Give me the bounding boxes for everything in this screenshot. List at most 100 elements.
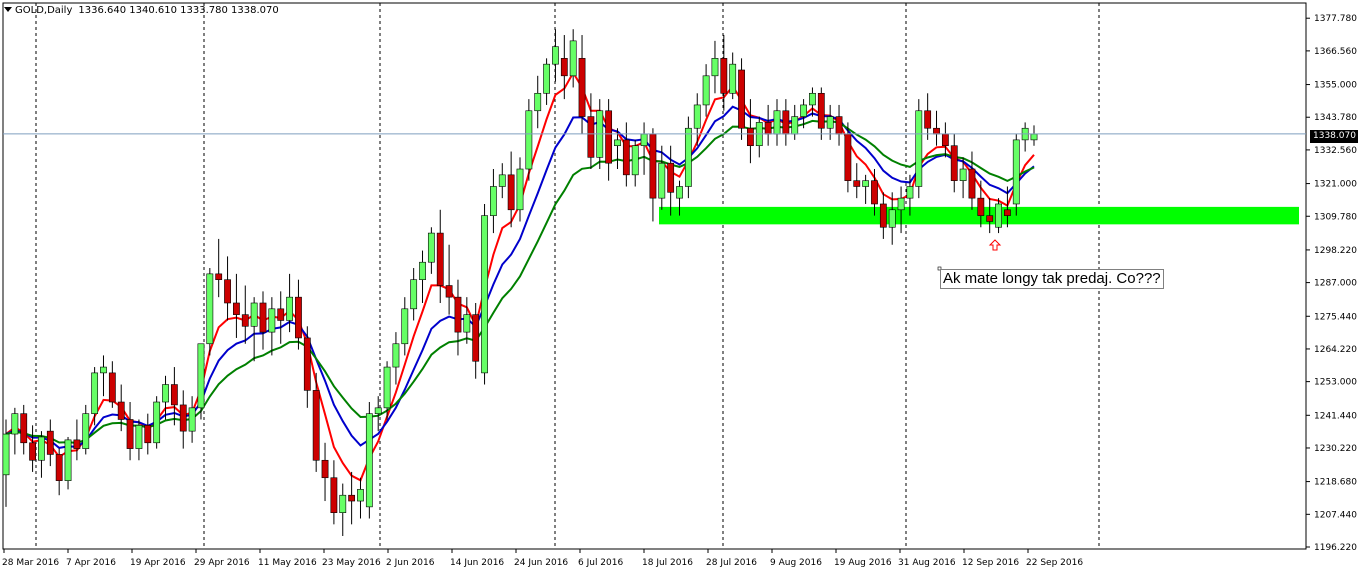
candle-body <box>853 180 861 187</box>
candle-body <box>259 302 267 333</box>
candle-body <box>835 116 843 135</box>
x-tick-label: 19 Apr 2016 <box>130 558 186 568</box>
y-tick-label: 1366.560 <box>1314 47 1357 57</box>
candle-body <box>534 92 542 112</box>
candle-body <box>817 92 825 129</box>
candle-body <box>427 232 435 263</box>
candle-body <box>20 413 28 444</box>
candle-body <box>720 58 728 94</box>
candle-body <box>126 419 134 449</box>
candle-body <box>38 436 45 461</box>
candle-body <box>879 203 887 228</box>
candle-body <box>197 343 205 409</box>
candle-body <box>959 168 967 181</box>
candle-body <box>46 430 54 455</box>
candle-body <box>144 425 152 444</box>
candle-body <box>374 407 382 414</box>
candle-body <box>490 186 497 216</box>
y-tick-label: 1253.000 <box>1314 378 1357 388</box>
candle-body <box>915 110 923 187</box>
candle-body <box>888 209 896 228</box>
y-tick-label: 1207.440 <box>1314 510 1357 520</box>
candle-body <box>481 215 488 374</box>
candle-body <box>91 372 99 414</box>
candle-body <box>941 133 949 147</box>
candle-body <box>507 174 515 211</box>
candle-body <box>498 174 506 187</box>
candle-body <box>516 168 524 211</box>
candle-body <box>684 127 692 187</box>
candle-body <box>73 439 81 449</box>
candle-body <box>241 314 249 327</box>
candle-body <box>339 494 347 513</box>
candle-body <box>419 261 426 280</box>
candle-body <box>906 186 914 199</box>
candle-body <box>64 439 72 481</box>
candle-body <box>286 296 293 321</box>
x-tick-label: 9 Aug 2016 <box>770 558 822 568</box>
candle-body <box>410 279 418 310</box>
current-price-tag: 1338.070 <box>1310 130 1358 143</box>
candle-body <box>312 390 320 461</box>
candle-body <box>224 279 231 304</box>
chart-header: GOLD,Daily 1336.640 1340.610 1333.780 133… <box>4 5 279 16</box>
x-tick-label: 22 Sep 2016 <box>1026 558 1083 568</box>
candle-body <box>188 407 196 432</box>
candle-body <box>986 215 994 222</box>
candle-body <box>463 314 471 333</box>
candle-body <box>29 442 36 461</box>
dropdown-triangle-icon[interactable] <box>4 7 12 12</box>
candle-body <box>809 92 816 106</box>
candle-body <box>295 296 302 339</box>
x-tick-label: 19 Aug 2016 <box>834 558 892 568</box>
candle-body <box>1004 209 1011 216</box>
y-tick-label: 1298.220 <box>1314 246 1357 256</box>
x-tick-label: 23 May 2016 <box>322 558 381 568</box>
x-tick-label: 24 Jun 2016 <box>514 558 568 568</box>
candle-body <box>1012 139 1020 205</box>
candle-body <box>871 180 878 205</box>
y-tick-label: 1230.220 <box>1314 444 1357 454</box>
candle-body <box>640 133 648 147</box>
x-tick-label: 29 Apr 2016 <box>194 558 250 568</box>
candle-body <box>215 273 223 280</box>
candle-body <box>303 337 311 391</box>
candle-body <box>383 366 391 409</box>
candle-body <box>587 116 595 158</box>
x-tick-label: 28 Mar 2016 <box>2 558 59 568</box>
candle-body <box>233 302 240 315</box>
candle-body <box>445 285 453 298</box>
y-tick-label: 1287.000 <box>1314 279 1357 289</box>
candle-body <box>747 127 754 147</box>
candle-body <box>55 454 63 481</box>
y-tick-label: 1309.780 <box>1314 212 1357 222</box>
candle-body <box>977 197 985 216</box>
candle-body <box>330 477 338 513</box>
candle-body <box>578 58 586 117</box>
candle-body <box>268 308 276 333</box>
candle-body <box>560 58 568 77</box>
candle-body <box>676 186 683 199</box>
candle-body <box>658 162 666 199</box>
candle-body <box>950 145 958 181</box>
y-tick-label: 1343.780 <box>1314 113 1357 123</box>
candle-body <box>738 69 745 129</box>
candle-body <box>179 404 187 432</box>
candle-body <box>631 145 639 176</box>
candle-body <box>826 116 834 129</box>
text-annotation[interactable]: Ak mate longy tak predaj. Co??? <box>940 269 1164 289</box>
candle-body <box>995 203 1002 228</box>
y-tick-label: 1321.000 <box>1314 180 1357 190</box>
candle-body <box>436 232 444 286</box>
candle-body <box>897 197 905 211</box>
y-tick-label: 1218.680 <box>1314 478 1357 488</box>
candle-body <box>569 40 577 77</box>
y-tick-label: 1377.780 <box>1314 14 1357 24</box>
candle-body <box>108 372 116 403</box>
candle-body <box>667 162 675 193</box>
candle-body <box>117 401 125 420</box>
candle-body <box>162 384 169 403</box>
candle-body <box>82 413 90 449</box>
x-tick-label: 11 May 2016 <box>258 558 317 568</box>
x-tick-label: 7 Apr 2016 <box>66 558 116 568</box>
